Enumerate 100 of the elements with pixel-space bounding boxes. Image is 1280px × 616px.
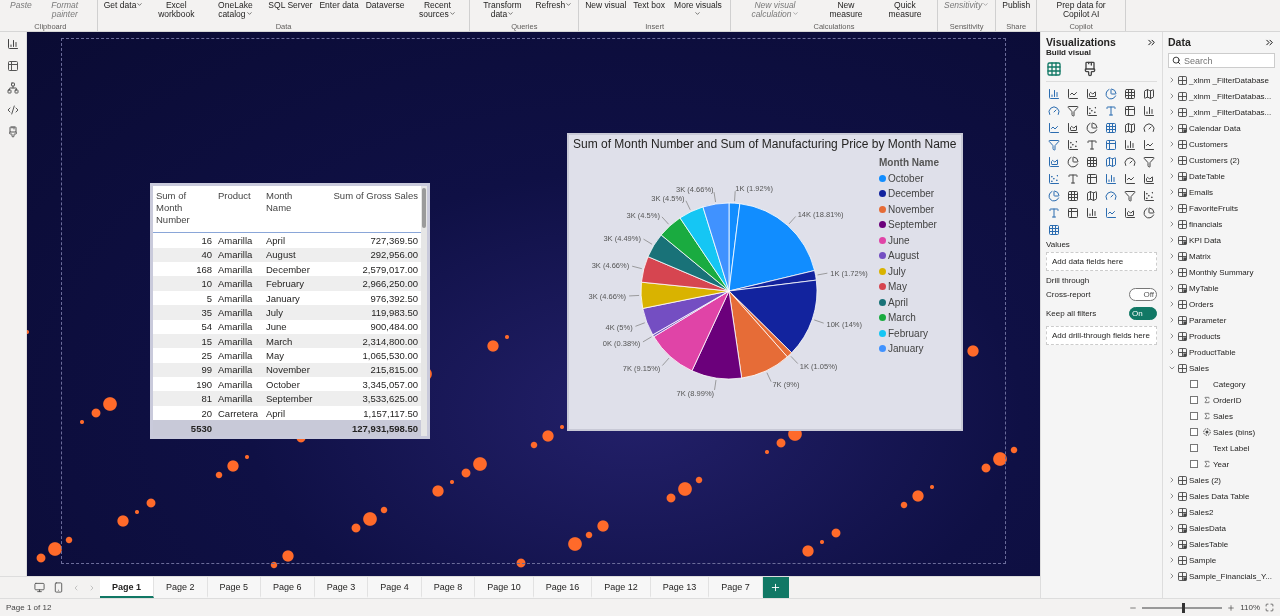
table-item[interactable]: DateTable bbox=[1189, 171, 1226, 181]
table-item[interactable]: Matrix bbox=[1189, 251, 1211, 261]
chevron-right-icon[interactable] bbox=[1168, 540, 1176, 548]
table-item[interactable]: Sample bbox=[1189, 555, 1217, 565]
bar-chart-icon[interactable] bbox=[1143, 105, 1155, 117]
gauge-icon[interactable] bbox=[1143, 122, 1155, 134]
table-item[interactable]: Products bbox=[1189, 331, 1221, 341]
map-icon[interactable] bbox=[1086, 190, 1098, 202]
checkbox[interactable] bbox=[1190, 444, 1198, 452]
table-item[interactable]: _xlnm _FilterDatabas... bbox=[1189, 91, 1272, 101]
pie-chart-icon[interactable] bbox=[1086, 122, 1098, 134]
pie-chart-icon[interactable] bbox=[1105, 88, 1117, 100]
chevron-right-icon[interactable] bbox=[1168, 204, 1176, 212]
gauge-icon[interactable] bbox=[1124, 156, 1136, 168]
field-item[interactable]: Sales bbox=[1213, 411, 1233, 421]
ribbon-button[interactable]: Get data bbox=[101, 0, 146, 11]
table-item[interactable]: SalesTable bbox=[1189, 539, 1229, 549]
map-icon[interactable] bbox=[1143, 88, 1155, 100]
zoom-in-icon[interactable] bbox=[1227, 603, 1236, 612]
chevron-right-icon[interactable] bbox=[1168, 556, 1176, 564]
page-tab[interactable]: Page 2 bbox=[154, 577, 208, 598]
ribbon-button[interactable]: Text box bbox=[631, 0, 667, 11]
text-icon[interactable] bbox=[1067, 173, 1079, 185]
checkbox[interactable] bbox=[1190, 428, 1198, 436]
grid-icon[interactable] bbox=[1048, 224, 1060, 236]
scatter-chart-icon[interactable] bbox=[1086, 105, 1098, 117]
table-item[interactable]: Sample_Financials_Y... bbox=[1189, 571, 1272, 581]
table-item[interactable]: Sales bbox=[1189, 363, 1209, 373]
scatter-chart-icon[interactable] bbox=[1067, 139, 1079, 151]
table-item[interactable]: Parameter bbox=[1189, 315, 1227, 325]
line-chart-icon[interactable] bbox=[1105, 207, 1117, 219]
ribbon-button[interactable]: New visual bbox=[583, 0, 629, 11]
chevron-right-icon[interactable] bbox=[1168, 476, 1176, 484]
page-tab[interactable]: Page 12 bbox=[592, 577, 651, 598]
table-item[interactable]: _xlnm _FilterDatabas... bbox=[1189, 107, 1272, 117]
table-item[interactable]: Customers (2) bbox=[1189, 155, 1240, 165]
fit-page-icon[interactable] bbox=[1265, 603, 1274, 612]
code-view-icon[interactable] bbox=[7, 104, 19, 116]
chevron-right-icon[interactable] bbox=[1168, 332, 1176, 340]
table-item[interactable]: Orders bbox=[1189, 299, 1214, 309]
text-icon[interactable] bbox=[1048, 207, 1060, 219]
table-item[interactable]: ProductTable bbox=[1189, 347, 1236, 357]
table-item[interactable]: financials bbox=[1189, 219, 1223, 229]
chevron-right-icon[interactable] bbox=[1168, 508, 1176, 516]
area-chart-icon[interactable] bbox=[1143, 173, 1155, 185]
table-item[interactable]: Customers bbox=[1189, 139, 1228, 149]
area-chart-icon[interactable] bbox=[1086, 88, 1098, 100]
map-icon[interactable] bbox=[1105, 156, 1117, 168]
line-chart-icon[interactable] bbox=[1124, 173, 1136, 185]
line-chart-icon[interactable] bbox=[1048, 122, 1060, 134]
table-item[interactable]: _xlnm _FilterDatabase bbox=[1189, 75, 1270, 85]
pie-chart-icon[interactable] bbox=[1067, 156, 1079, 168]
ribbon-button[interactable]: Excel workbook bbox=[148, 0, 205, 20]
chevron-down-icon[interactable] bbox=[1168, 364, 1176, 372]
page-tab[interactable]: Page 7 bbox=[709, 577, 763, 598]
chevron-right-icon[interactable] bbox=[1168, 572, 1176, 580]
chevron-right-icon[interactable] bbox=[1168, 300, 1176, 308]
field-item[interactable]: OrderID bbox=[1213, 395, 1242, 405]
table-item[interactable]: FavoriteFruits bbox=[1189, 203, 1238, 213]
funnel-icon[interactable] bbox=[1048, 139, 1060, 151]
grid-icon[interactable] bbox=[1067, 190, 1079, 202]
chevron-right-icon[interactable] bbox=[1168, 220, 1176, 228]
page-tab[interactable]: Page 3 bbox=[314, 577, 369, 598]
gauge-icon[interactable] bbox=[1105, 190, 1117, 202]
ribbon-button[interactable]: New measure bbox=[817, 0, 874, 20]
chevron-right-icon[interactable] bbox=[1168, 140, 1176, 148]
gauge-icon[interactable] bbox=[1048, 105, 1060, 117]
chevron-right-icon[interactable] bbox=[1168, 188, 1176, 196]
field-item[interactable]: Text Label bbox=[1213, 443, 1250, 453]
scatter-chart-icon[interactable] bbox=[1143, 190, 1155, 202]
table-item[interactable]: Monthly Summary bbox=[1189, 267, 1254, 277]
pie-chart-icon[interactable] bbox=[1143, 207, 1155, 219]
bar-chart-icon[interactable] bbox=[1124, 139, 1136, 151]
ribbon-button[interactable]: Refresh bbox=[533, 0, 575, 11]
table-item[interactable]: Emails bbox=[1189, 187, 1213, 197]
ribbon-button[interactable]: SQL Server bbox=[266, 0, 315, 11]
add-page-button[interactable] bbox=[762, 577, 789, 598]
page-tab[interactable]: Page 10 bbox=[475, 577, 534, 598]
grid-icon[interactable] bbox=[1124, 88, 1136, 100]
ribbon-button[interactable]: OneLake catalog bbox=[207, 0, 264, 20]
chevron-right-icon[interactable] bbox=[1168, 108, 1176, 116]
toggle-switch[interactable]: On bbox=[1129, 307, 1157, 320]
ribbon-button[interactable]: Transform data bbox=[474, 0, 531, 20]
grid-icon[interactable] bbox=[1105, 122, 1117, 134]
ribbon-button[interactable]: Quick measure bbox=[876, 0, 933, 20]
page-tab[interactable]: Page 16 bbox=[533, 577, 593, 598]
chevron-right-icon[interactable] bbox=[1168, 92, 1176, 100]
ribbon-button[interactable]: Publish bbox=[1000, 0, 1033, 11]
model-view-icon[interactable] bbox=[7, 82, 19, 94]
checkbox[interactable] bbox=[1190, 412, 1198, 420]
table-icon[interactable] bbox=[1124, 105, 1136, 117]
area-chart-icon[interactable] bbox=[1067, 122, 1079, 134]
page-tab[interactable]: Page 1 bbox=[100, 577, 155, 598]
checkbox[interactable] bbox=[1190, 380, 1198, 388]
funnel-icon[interactable] bbox=[1124, 190, 1136, 202]
page-tab[interactable]: Page 8 bbox=[421, 577, 476, 598]
chevron-right-icon[interactable] bbox=[1168, 172, 1176, 180]
table-icon[interactable] bbox=[1067, 207, 1079, 219]
scrollbar-thumb[interactable] bbox=[422, 188, 426, 228]
chevron-right-icon[interactable] bbox=[1168, 236, 1176, 244]
